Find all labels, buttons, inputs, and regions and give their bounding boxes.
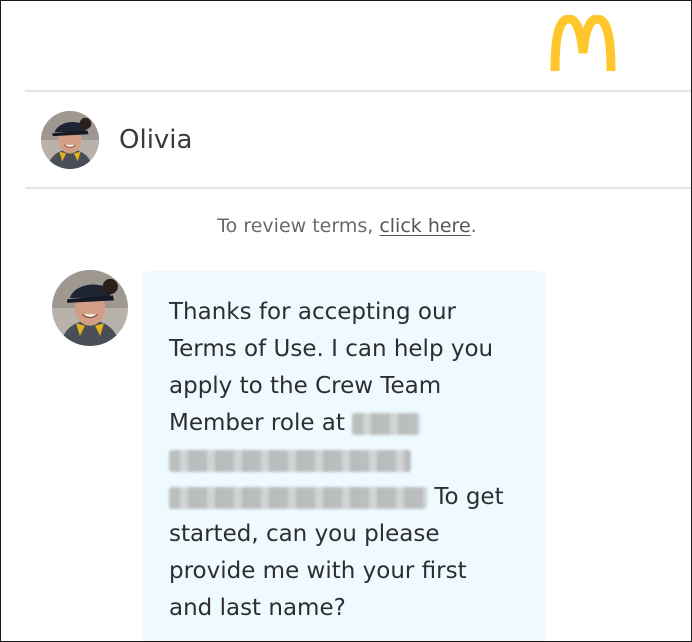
terms-link[interactable]: click here — [379, 215, 470, 237]
message-line: Terms of Use. I can help you — [169, 336, 494, 362]
agent-name: Olivia — [119, 125, 193, 155]
message-line: apply to the Crew Team — [169, 373, 442, 399]
message-line: To get — [169, 479, 544, 516]
golden-arches-icon — [550, 15, 616, 72]
message-line: Member role at — [169, 405, 544, 442]
header-divider-top — [25, 90, 691, 92]
terms-notice: To review terms, click here. — [1, 213, 691, 239]
message-line: Thanks for accepting our — [169, 299, 456, 325]
message-line-text: Member role at — [169, 410, 345, 436]
terms-suffix: . — [470, 215, 477, 237]
agent-avatar-icon — [52, 270, 128, 346]
terms-prefix: To review terms, — [217, 215, 380, 237]
redacted-location — [169, 486, 427, 509]
message-text: Thanks for accepting our Terms of Use. I… — [169, 294, 544, 627]
message-line — [169, 442, 544, 479]
message-line: and last name? — [169, 595, 346, 621]
chat-window: Olivia To review terms, click here. Than… — [0, 0, 692, 642]
message-line: provide me with your first — [169, 558, 467, 584]
message-line-text: To get — [434, 484, 504, 510]
header-divider-bottom — [25, 187, 691, 189]
message-line: started, can you please — [169, 521, 440, 547]
redacted-location — [352, 412, 421, 435]
agent-avatar-icon — [41, 111, 99, 169]
redacted-location — [169, 449, 411, 472]
